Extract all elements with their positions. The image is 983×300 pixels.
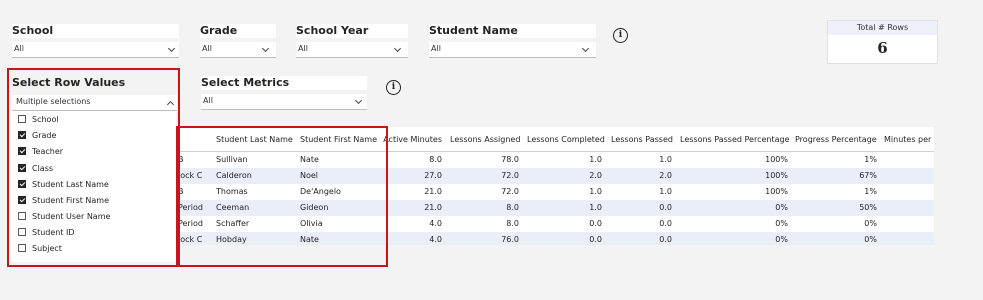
student-name-dropdown[interactable]: All <box>429 42 596 58</box>
student-name-dropdown-value: All <box>431 44 441 53</box>
table-cell: 0.0 <box>659 235 672 244</box>
chevron-down-icon <box>261 44 270 53</box>
table-cell: 0.0 <box>659 219 672 228</box>
table-cell: 4.0 <box>429 235 442 244</box>
table-cell: 0% <box>775 235 788 244</box>
column-header[interactable]: Lessons Passed Percentage <box>680 135 790 144</box>
table-cell: 72.0 <box>501 171 519 180</box>
total-rows-card: Total # Rows 6 <box>827 20 938 64</box>
table-cell: 50% <box>859 203 877 212</box>
table-cell: 100% <box>765 171 788 180</box>
table-cell: 100% <box>765 155 788 164</box>
chevron-down-icon <box>167 44 176 53</box>
table-cell: 0% <box>864 235 877 244</box>
grade-dropdown[interactable]: All <box>200 42 276 58</box>
table-cell: 1.0 <box>589 155 602 164</box>
highlight-box-row-values <box>7 68 180 267</box>
column-header[interactable]: Lessons Assigned <box>450 135 520 144</box>
total-rows-card-title: Total # Rows <box>828 21 937 35</box>
info-icon-glyph: i <box>391 82 396 92</box>
table-cell: 8.0 <box>506 219 519 228</box>
info-icon[interactable]: i <box>613 28 628 43</box>
table-cell: 4.0 <box>429 219 442 228</box>
grade-filter-title: Grade <box>200 24 238 37</box>
table-cell: 27.0 <box>424 171 442 180</box>
grade-dropdown-value: All <box>202 44 212 53</box>
table-cell: 0% <box>864 219 877 228</box>
table-cell: 100% <box>765 187 788 196</box>
table-cell: 0% <box>775 219 788 228</box>
student-name-filter: Student Name All <box>429 24 596 58</box>
table-cell: 0.0 <box>589 235 602 244</box>
info-icon[interactable]: i <box>386 80 401 95</box>
table-cell: 8.0 <box>506 203 519 212</box>
chevron-down-icon <box>581 44 590 53</box>
table-cell: 76.0 <box>501 235 519 244</box>
total-rows-card-value: 6 <box>877 39 888 57</box>
chevron-down-icon <box>354 96 363 105</box>
table-cell: 1% <box>864 187 877 196</box>
highlight-box-student-names <box>176 126 388 267</box>
select-metrics-title: Select Metrics <box>201 76 290 89</box>
table-cell: 67% <box>859 171 877 180</box>
table-cell: 0% <box>775 203 788 212</box>
school-filter-title: School <box>12 24 54 37</box>
table-cell: 1.0 <box>659 187 672 196</box>
select-metrics-filter: Select Metrics All <box>201 76 367 110</box>
table-cell: 21.0 <box>424 187 442 196</box>
table-cell: 8.0 <box>429 155 442 164</box>
student-name-filter-title: Student Name <box>429 24 518 37</box>
table-cell: 78.0 <box>501 155 519 164</box>
table-cell: 21.0 <box>424 203 442 212</box>
table-cell: 2.0 <box>589 171 602 180</box>
school-year-filter-title: School Year <box>296 24 369 37</box>
table-cell: 1.0 <box>589 187 602 196</box>
school-dropdown[interactable]: All <box>12 42 179 58</box>
table-cell: 1.0 <box>589 203 602 212</box>
table-cell: 1% <box>864 155 877 164</box>
column-header[interactable]: Progress Percentage <box>795 135 877 144</box>
school-filter: School All <box>12 24 179 58</box>
column-header[interactable]: Lessons Completed <box>527 135 605 144</box>
school-year-dropdown[interactable]: All <box>296 42 408 58</box>
info-icon-glyph: i <box>618 30 623 40</box>
column-header[interactable]: Minutes per Week <box>884 135 934 144</box>
table-cell: 0.0 <box>659 203 672 212</box>
select-metrics-dropdown[interactable]: All <box>201 94 367 110</box>
table-cell: 1.0 <box>659 155 672 164</box>
table-cell: 72.0 <box>501 187 519 196</box>
select-metrics-dropdown-value: All <box>203 96 213 105</box>
school-dropdown-value: All <box>14 44 24 53</box>
school-year-filter: School Year All <box>296 24 408 58</box>
grade-filter: Grade All <box>200 24 276 58</box>
column-header[interactable]: Lessons Passed <box>611 135 673 144</box>
school-year-dropdown-value: All <box>298 44 308 53</box>
table-cell: 0.0 <box>589 219 602 228</box>
chevron-down-icon <box>393 44 402 53</box>
table-cell: 2.0 <box>659 171 672 180</box>
